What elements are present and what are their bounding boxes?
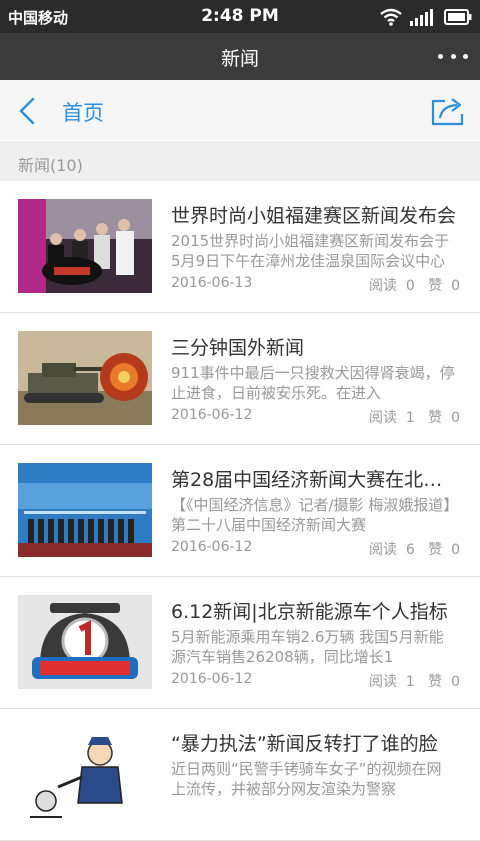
like-label: 赞 (428, 278, 443, 294)
news-thumbnail (18, 727, 152, 821)
news-meta: 2016-06-12 阅读 1 赞 0 (171, 407, 460, 427)
news-stats: 阅读 1 赞 0 (369, 671, 460, 691)
news-summary: 【《中国经济信息》记者/摄影 梅淑娥报道】第二十八届中国经济新闻大赛 (171, 496, 451, 534)
status-bar: 中国移动 2:48 PM (0, 0, 480, 33)
like-count: 0 (451, 410, 460, 426)
news-stats: 阅读 6 赞 0 (369, 539, 460, 559)
battery-icon (444, 9, 472, 25)
news-thumbnail (18, 199, 152, 293)
read-count: 1 (405, 410, 415, 426)
navigation-bar: 首页 (0, 80, 480, 143)
news-summary: 近日两则“民警手铐骑车女子”的视频在网上流传，并被部分网友渲染为警察 (171, 760, 442, 798)
news-title: 6.12新闻|北京新能源车个人指标 (171, 601, 448, 623)
more-options-icon[interactable] (438, 43, 468, 69)
news-title: “暴力执法”新闻反转打了谁的脸 (171, 733, 438, 755)
read-label: 阅读 (368, 410, 397, 426)
news-title: 世界时尚小姐福建赛区新闻发布会 (171, 205, 457, 227)
news-count-header: 新闻(10) (0, 143, 480, 181)
status-icons (380, 7, 472, 27)
news-date: 2016-06-13 (171, 275, 253, 291)
wifi-icon (380, 8, 402, 26)
app-title-bar: 新闻 (0, 33, 480, 80)
news-thumbnail (18, 331, 152, 425)
news-item[interactable]: 世界时尚小姐福建赛区新闻发布会 2015世界时尚小姐福建赛区新闻发布会于5月9日… (0, 181, 480, 313)
read-count: 6 (405, 542, 415, 558)
like-label: 赞 (428, 674, 443, 690)
news-thumbnail (18, 595, 152, 689)
like-count: 0 (451, 674, 460, 690)
read-label: 阅读 (368, 674, 397, 690)
read-count: 1 (405, 674, 415, 690)
share-icon[interactable] (430, 96, 466, 126)
news-thumbnail (18, 463, 152, 557)
read-label: 阅读 (368, 278, 397, 294)
signal-icon (410, 9, 433, 26)
home-link[interactable]: 首页 (62, 97, 104, 127)
news-stats: 阅读 1 赞 0 (369, 407, 460, 427)
news-meta: 2016-06-13 阅读 0 赞 0 (171, 275, 460, 295)
news-item[interactable]: 第28届中国经济新闻大赛在北京举行 【《中国经济信息》记者/摄影 梅淑娥报道】第… (0, 445, 480, 577)
news-date: 2016-06-12 (171, 671, 253, 687)
like-label: 赞 (428, 542, 443, 558)
news-meta: 2016-06-12 阅读 6 赞 0 (171, 539, 460, 559)
news-summary: 2015世界时尚小姐福建赛区新闻发布会于5月9日下午在漳州龙佳温泉国际会议中心举… (171, 232, 450, 270)
like-label: 赞 (428, 410, 443, 426)
read-count: 0 (405, 278, 415, 294)
back-arrow-icon[interactable] (14, 96, 40, 126)
news-summary: 911事件中最后一只搜救犬因得肾衰竭，停止进食，日前被安乐死。在进入 (171, 364, 455, 402)
news-title: 第28届中国经济新闻大赛在北京举行 (171, 469, 461, 491)
like-count: 0 (451, 278, 460, 294)
news-item[interactable]: 三分钟国外新闻 911事件中最后一只搜救犬因得肾衰竭，停止进食，日前被安乐死。在… (0, 313, 480, 445)
news-stats: 阅读 0 赞 0 (369, 275, 460, 295)
news-meta: 2016-06-12 阅读 1 赞 0 (171, 671, 460, 691)
news-count-label: 新闻(10) (18, 156, 83, 175)
news-summary: 5月新能源乘用车销2.6万辆 我国5月新能源汽车销售26208辆，同比增长1 (171, 628, 444, 666)
news-date: 2016-06-12 (171, 539, 253, 555)
like-count: 0 (451, 542, 460, 558)
news-title: 三分钟国外新闻 (171, 337, 305, 359)
read-label: 阅读 (368, 542, 397, 558)
news-list: 世界时尚小姐福建赛区新闻发布会 2015世界时尚小姐福建赛区新闻发布会于5月9日… (0, 181, 480, 841)
page-title: 新闻 (220, 48, 259, 70)
news-item[interactable]: 6.12新闻|北京新能源车个人指标 5月新能源乘用车销2.6万辆 我国5月新能源… (0, 577, 480, 709)
news-item[interactable]: “暴力执法”新闻反转打了谁的脸 近日两则“民警手铐骑车女子”的视频在网上流传，并… (0, 709, 480, 841)
news-date: 2016-06-12 (171, 407, 253, 423)
